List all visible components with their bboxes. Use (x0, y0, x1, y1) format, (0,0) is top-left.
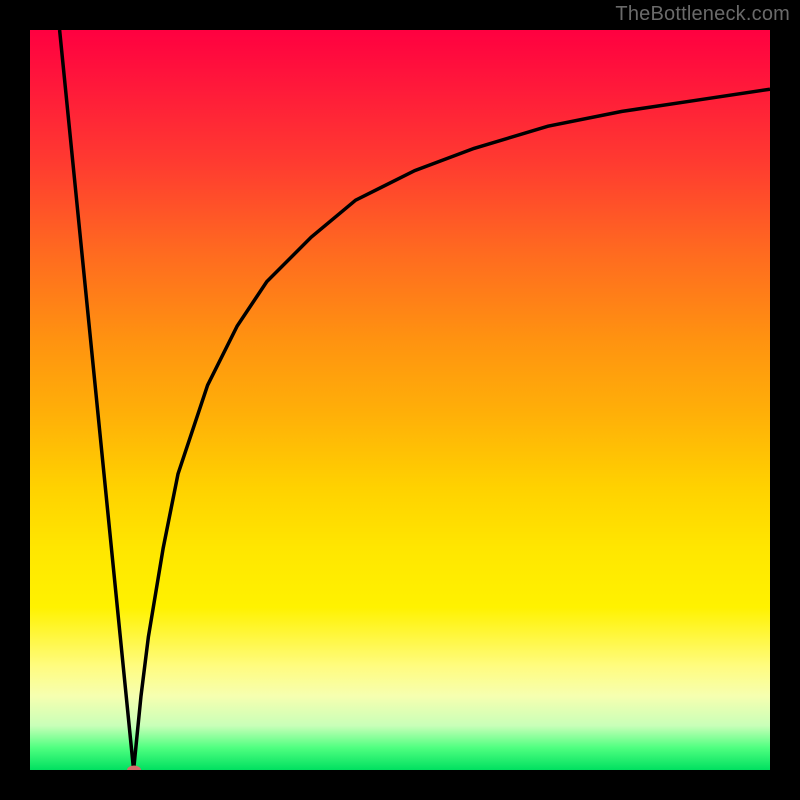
minimum-point-marker (127, 766, 141, 771)
curve-left-branch (60, 30, 134, 770)
plot-area (30, 30, 770, 770)
curve-right-branch (134, 89, 770, 770)
curve-layer (30, 30, 770, 770)
watermark-text: TheBottleneck.com (615, 3, 790, 26)
chart-frame: TheBottleneck.com (0, 0, 800, 800)
